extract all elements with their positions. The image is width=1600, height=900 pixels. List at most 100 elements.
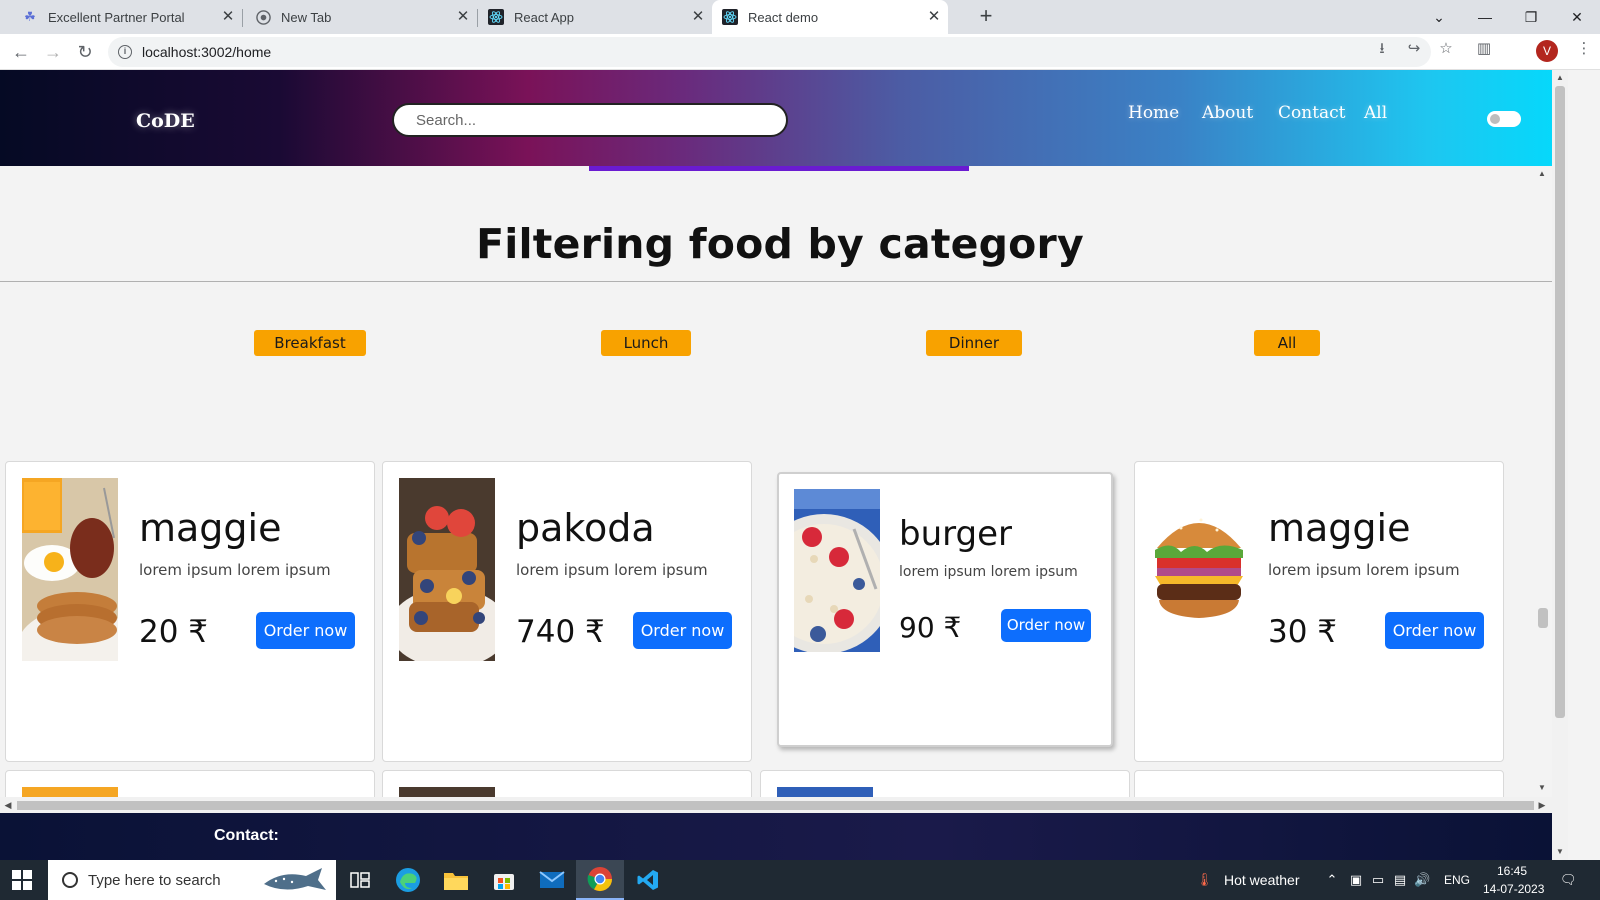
scroll-up-arrow-icon[interactable]: ▲: [1554, 72, 1566, 84]
close-tab-icon[interactable]: ✕: [220, 9, 236, 25]
theme-toggle-switch[interactable]: [1487, 111, 1521, 127]
install-app-icon[interactable]: ⭳: [1372, 39, 1392, 59]
windows-start-icon[interactable]: [12, 870, 32, 890]
order-now-button[interactable]: Order now: [256, 612, 355, 649]
minimize-window-icon[interactable]: —: [1462, 0, 1508, 34]
site-footer: Contact:: [0, 813, 1552, 860]
card-title: maggie: [139, 506, 282, 550]
mail-icon[interactable]: [528, 860, 576, 900]
nav-underline-bar: [589, 166, 969, 171]
taskbar-search-box[interactable]: Type here to search: [48, 860, 336, 900]
close-tab-icon[interactable]: ✕: [455, 9, 471, 25]
vertical-scroll-thumb[interactable]: [1555, 86, 1565, 718]
notifications-icon[interactable]: 🗨: [1560, 872, 1577, 888]
tab-title: New Tab: [281, 9, 332, 25]
nav-link-all[interactable]: All: [1364, 103, 1387, 123]
back-arrow-icon[interactable]: ←: [9, 40, 33, 64]
card-description: lorem ipsum lorem ipsum: [139, 561, 331, 579]
site-navbar: CoDE Home About Contact All: [0, 70, 1552, 166]
reload-icon[interactable]: ↻: [73, 40, 97, 64]
browser-tab-new-tab[interactable]: New Tab ✕: [243, 0, 477, 34]
forward-arrow-icon[interactable]: →: [41, 40, 65, 64]
clock-date[interactable]: 14-07-2023: [1483, 882, 1544, 896]
inner-scroll-up-arrow-icon[interactable]: ▲: [1536, 168, 1548, 180]
browser-menu-icon[interactable]: ⋮: [1574, 39, 1594, 59]
vertical-scrollbar[interactable]: ▲ ▼: [1552, 70, 1568, 860]
food-card: pakoda lorem ipsum lorem ipsum 740 ₹ Ord…: [382, 461, 752, 762]
browser-tab-react-demo[interactable]: React demo ✕: [712, 0, 948, 34]
page-title: Filtering food by category: [476, 220, 1084, 268]
whale-shark-icon: [264, 868, 326, 890]
scroll-right-arrow-icon[interactable]: ▶: [1536, 799, 1548, 811]
card-price: 20 ₹: [139, 614, 209, 650]
horizontal-scroll-thumb[interactable]: [17, 801, 1534, 810]
weather-status[interactable]: Hot weather: [1224, 872, 1299, 888]
meet-now-icon[interactable]: ▣: [1348, 872, 1364, 888]
search-icon: [62, 872, 78, 888]
close-tab-icon[interactable]: ✕: [690, 9, 706, 25]
card-price: 740 ₹: [516, 614, 605, 650]
close-tab-icon[interactable]: ✕: [926, 9, 942, 25]
food-image-french-toast: [399, 478, 495, 661]
file-explorer-icon[interactable]: [432, 860, 480, 900]
tab-title: React App: [514, 9, 574, 25]
browser-tab-partner-portal[interactable]: ☘ Excellent Partner Portal ✕: [0, 0, 242, 34]
card-price: 30 ₹: [1268, 614, 1338, 650]
restore-window-icon[interactable]: ❐: [1508, 0, 1554, 34]
category-button-all[interactable]: All: [1254, 330, 1320, 356]
network-icon[interactable]: ▤: [1392, 872, 1408, 888]
side-panel-icon[interactable]: ▥: [1474, 39, 1494, 59]
profile-avatar[interactable]: V: [1536, 40, 1558, 62]
toggle-knob: [1490, 114, 1500, 124]
react-icon: [722, 9, 738, 25]
edge-browser-icon[interactable]: [384, 860, 432, 900]
brand-logo[interactable]: CoDE: [136, 110, 195, 132]
url-text[interactable]: localhost:3002/home: [142, 44, 271, 60]
battery-icon[interactable]: ▭: [1370, 872, 1386, 888]
scroll-down-arrow-icon[interactable]: ▼: [1554, 846, 1566, 858]
card-description: lorem ipsum lorem ipsum: [1268, 561, 1460, 579]
horizontal-scrollbar[interactable]: ◀ ▶: [0, 797, 1552, 813]
food-image-burger: [1151, 478, 1247, 661]
food-card: maggie lorem ipsum lorem ipsum 30 ₹ Orde…: [1134, 461, 1504, 762]
inner-scroll-down-arrow-icon[interactable]: ▼: [1536, 782, 1548, 794]
category-button-dinner[interactable]: Dinner: [926, 330, 1022, 356]
new-tab-button[interactable]: +: [974, 5, 998, 29]
show-hidden-icons-chevron-icon[interactable]: ⌃: [1324, 872, 1340, 888]
card-description: lorem ipsum lorem ipsum: [516, 561, 708, 579]
taskbar-search-placeholder[interactable]: Type here to search: [88, 872, 221, 889]
nav-link-home[interactable]: Home: [1128, 103, 1179, 123]
category-button-lunch[interactable]: Lunch: [601, 330, 691, 356]
language-indicator[interactable]: ENG: [1444, 873, 1470, 887]
address-bar[interactable]: i localhost:3002/home: [108, 37, 1431, 67]
chrome-taskbar-icon[interactable]: [576, 860, 624, 900]
windows-taskbar: Type here to search 🌡 Hot weather ⌃ ▣ ▭ …: [0, 860, 1600, 900]
microsoft-store-icon[interactable]: [480, 860, 528, 900]
tab-title: Excellent Partner Portal: [48, 9, 185, 25]
close-window-icon[interactable]: ✕: [1554, 0, 1600, 34]
scroll-left-arrow-icon[interactable]: ◀: [2, 799, 14, 811]
volume-icon[interactable]: 🔊: [1414, 872, 1430, 888]
vscode-icon[interactable]: [624, 860, 672, 900]
site-info-icon[interactable]: i: [118, 45, 132, 59]
task-view-icon[interactable]: [336, 860, 384, 900]
chrome-icon: [255, 9, 271, 25]
clock-time[interactable]: 16:45: [1497, 864, 1527, 878]
heading-divider: [0, 281, 1552, 282]
browser-toolbar: ← → ↻ i localhost:3002/home ⭳ ↪ ☆ ▥ V ⋮: [0, 34, 1600, 70]
order-now-button[interactable]: Order now: [1385, 612, 1484, 649]
thermometer-weather-icon[interactable]: 🌡: [1196, 872, 1213, 888]
tab-title: React demo: [748, 9, 819, 25]
category-button-breakfast[interactable]: Breakfast: [254, 330, 366, 356]
browser-tab-react-app[interactable]: React App ✕: [478, 0, 712, 34]
bookmark-star-icon[interactable]: ☆: [1436, 39, 1456, 59]
card-description: lorem ipsum lorem ipsum: [899, 564, 1078, 580]
order-now-button[interactable]: Order now: [1001, 609, 1091, 642]
search-input[interactable]: [392, 103, 788, 137]
order-now-button[interactable]: Order now: [633, 612, 732, 649]
inner-vertical-scroll-thumb[interactable]: [1538, 608, 1548, 628]
share-icon[interactable]: ↪: [1404, 39, 1424, 59]
tab-search-dropdown-icon[interactable]: ⌄: [1416, 0, 1462, 34]
nav-link-about[interactable]: About: [1202, 103, 1253, 123]
nav-link-contact[interactable]: Contact: [1278, 103, 1346, 123]
